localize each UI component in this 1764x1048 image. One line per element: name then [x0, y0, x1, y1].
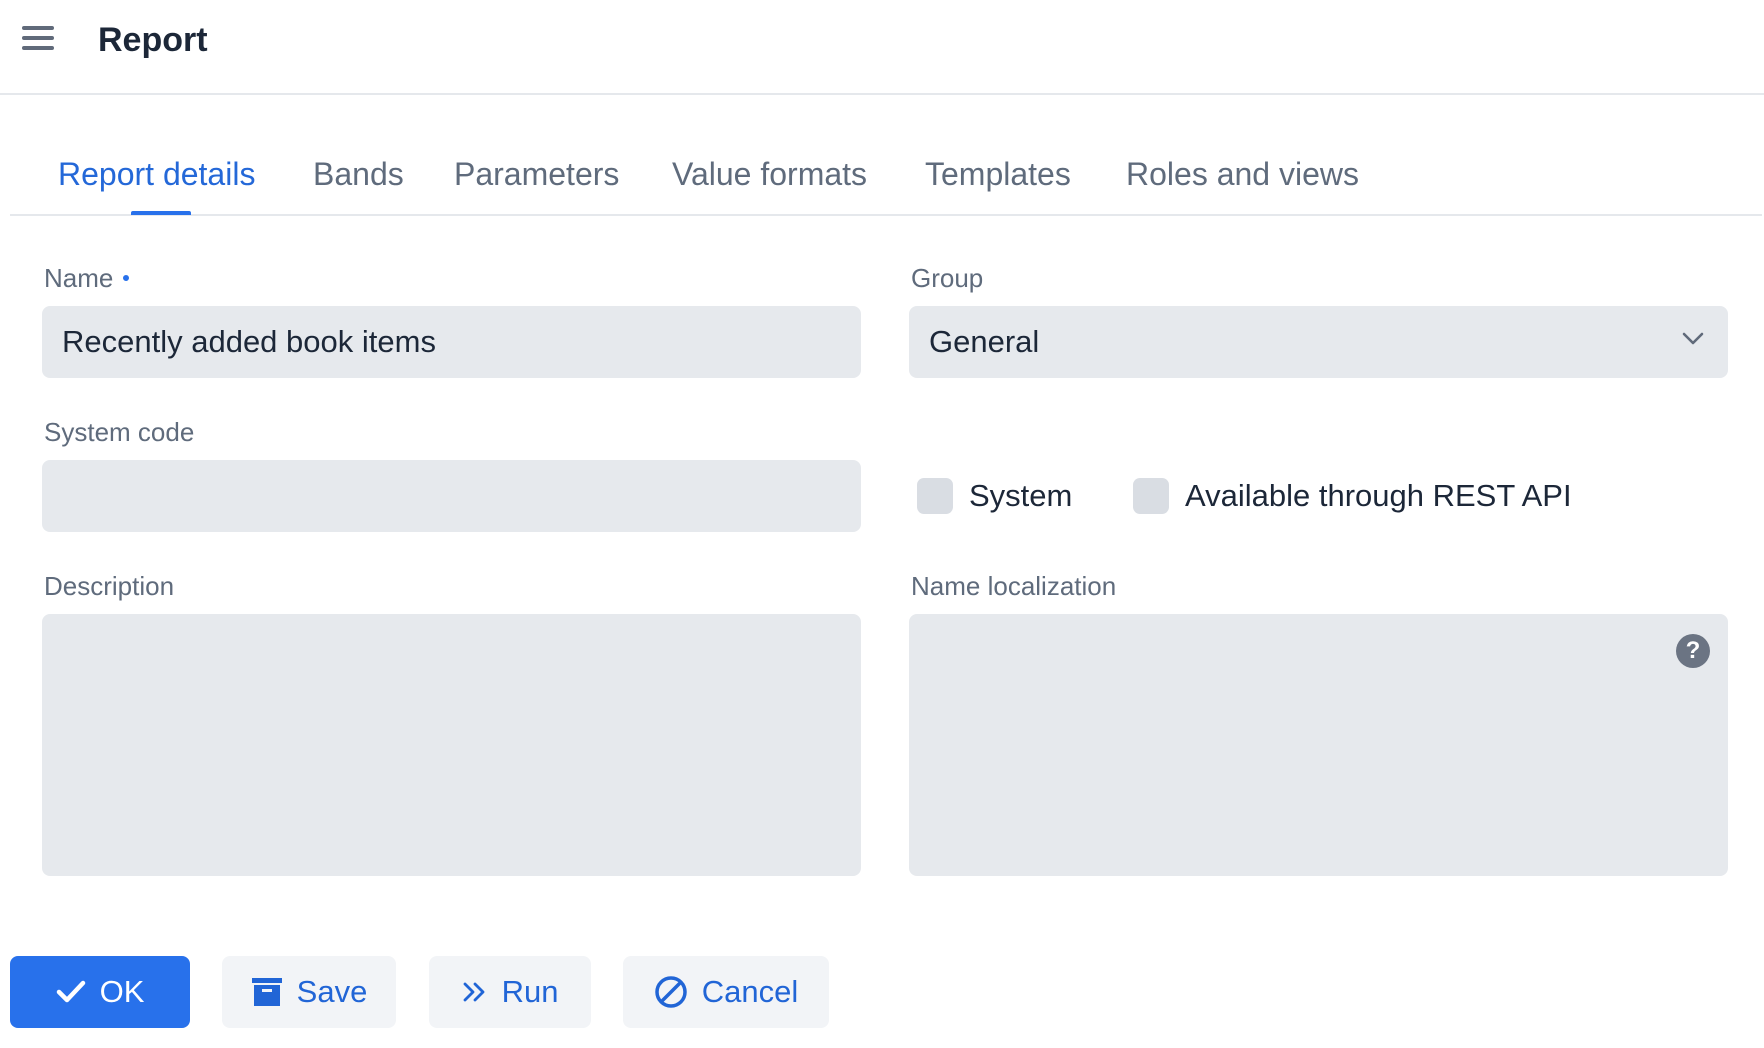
system-checkbox-label[interactable]: System	[969, 476, 1072, 516]
system-code-input[interactable]	[42, 460, 861, 532]
rest-api-checkbox-label[interactable]: Available through REST API	[1185, 476, 1572, 516]
tab-bands[interactable]: Bands	[313, 154, 404, 194]
group-select-value: General	[929, 324, 1040, 359]
name-localization-label: Name localization	[911, 571, 1117, 601]
name-label-text: Name	[44, 263, 114, 293]
app-header: Report	[0, 0, 1764, 95]
tab-templates[interactable]: Templates	[925, 154, 1071, 194]
check-icon	[56, 979, 86, 1005]
double-chevron-right-icon	[462, 980, 488, 1004]
cancel-button-label: Cancel	[701, 974, 799, 1009]
name-input[interactable]: Recently added book items	[42, 306, 861, 378]
archive-icon	[251, 976, 283, 1008]
ok-button-label: OK	[99, 974, 145, 1009]
name-localization-textarea[interactable]: ?	[909, 614, 1728, 876]
tab-value-formats[interactable]: Value formats	[672, 154, 867, 194]
tab-roles-and-views[interactable]: Roles and views	[1126, 154, 1359, 194]
description-textarea[interactable]	[42, 614, 861, 876]
ban-icon	[654, 975, 688, 1009]
chevron-down-icon	[1682, 332, 1704, 345]
active-tab-indicator	[131, 211, 191, 215]
tab-report-details[interactable]: Report details	[58, 154, 255, 194]
save-button-label: Save	[296, 974, 368, 1009]
hamburger-menu-icon[interactable]	[20, 22, 56, 56]
description-label: Description	[44, 571, 175, 601]
page-title: Report	[98, 21, 208, 59]
group-label: Group	[911, 263, 984, 293]
hamburger-bar	[22, 26, 54, 30]
system-checkbox[interactable]	[917, 478, 953, 514]
name-input-value: Recently added book items	[62, 324, 436, 359]
required-indicator	[123, 275, 130, 282]
hamburger-bar	[22, 36, 54, 40]
run-button[interactable]: Run	[429, 956, 591, 1028]
tab-parameters[interactable]: Parameters	[454, 154, 619, 194]
system-code-label: System code	[44, 417, 195, 447]
hamburger-bar	[22, 46, 54, 50]
help-icon[interactable]: ?	[1676, 634, 1710, 668]
name-label: Name	[44, 262, 130, 294]
save-button[interactable]: Save	[222, 956, 396, 1028]
rest-api-checkbox[interactable]	[1133, 478, 1169, 514]
tab-bar: Report details Bands Parameters Value fo…	[10, 140, 1762, 216]
run-button-label: Run	[501, 974, 559, 1009]
ok-button[interactable]: OK	[10, 956, 190, 1028]
cancel-button[interactable]: Cancel	[623, 956, 829, 1028]
group-select[interactable]: General	[909, 306, 1728, 378]
